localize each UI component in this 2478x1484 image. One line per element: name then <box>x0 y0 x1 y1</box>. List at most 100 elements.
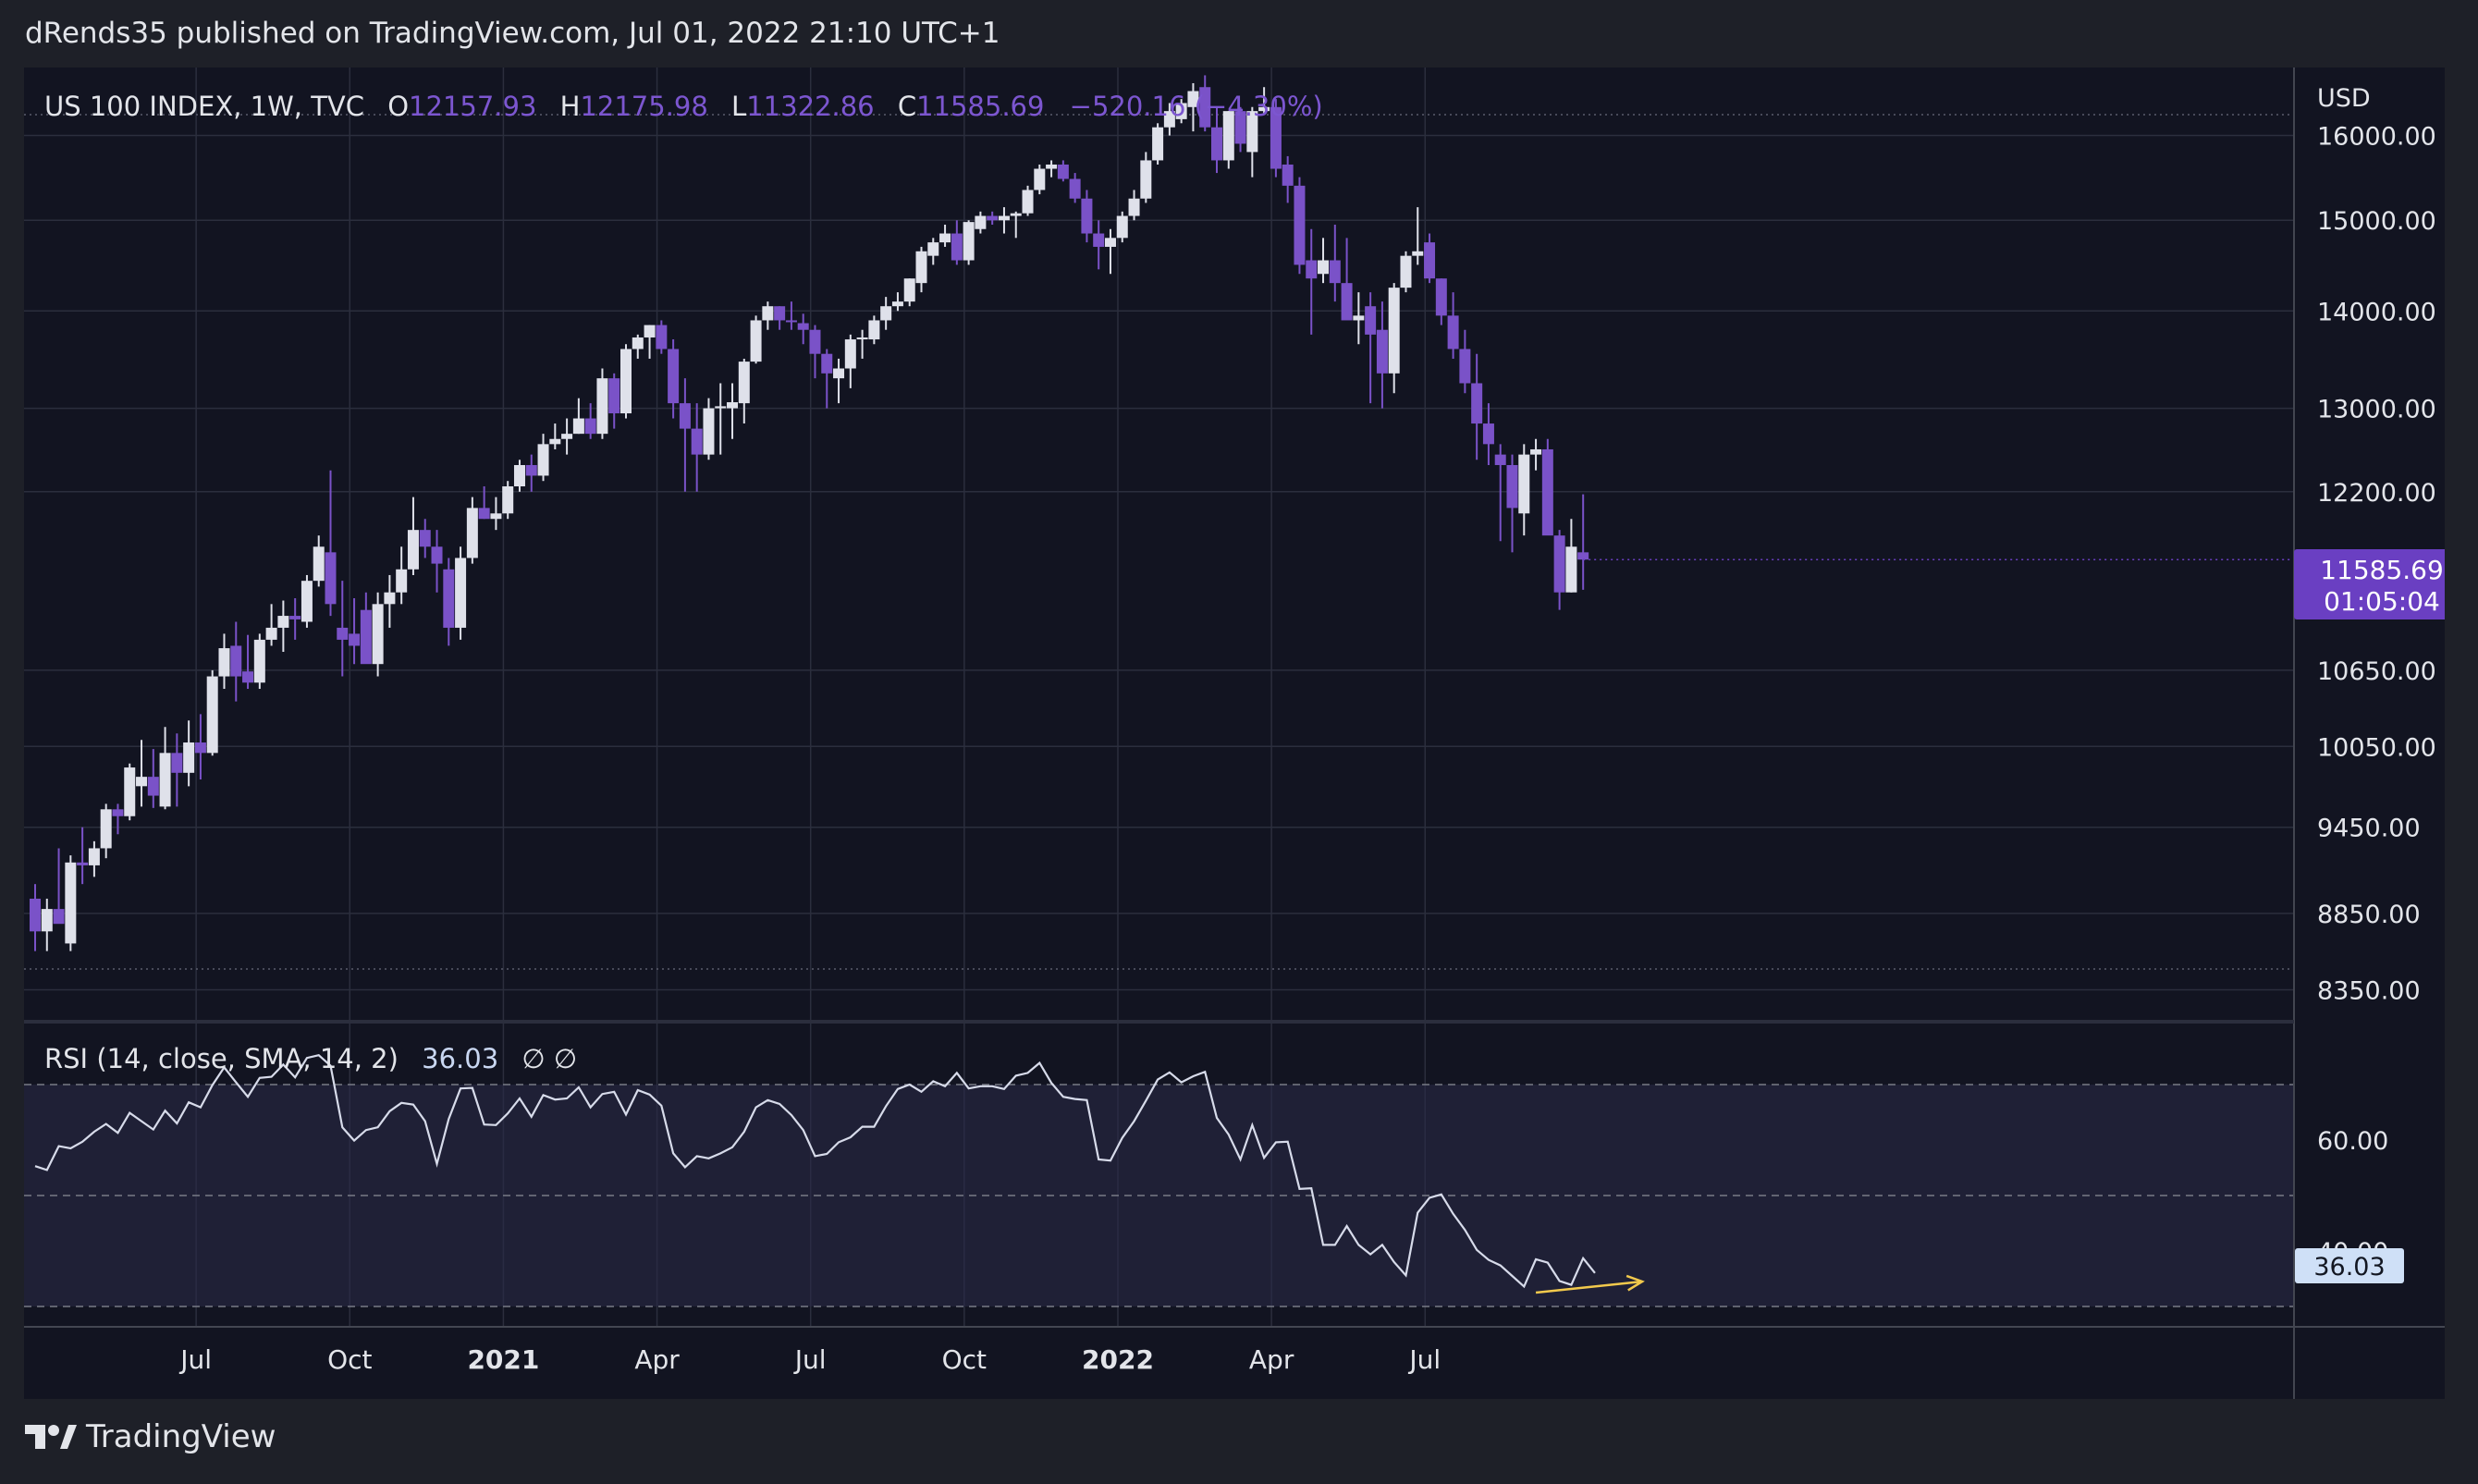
candle <box>159 727 171 810</box>
candle <box>1294 177 1306 275</box>
candle <box>537 434 549 482</box>
candle <box>513 460 525 492</box>
candle <box>419 519 431 558</box>
candle <box>100 803 112 859</box>
candle-body <box>1412 251 1424 256</box>
candle-body <box>987 215 999 221</box>
candle <box>466 497 478 564</box>
candle-body <box>691 428 703 455</box>
price-tick-label: 13000.00 <box>2317 396 2436 424</box>
candle-body <box>1459 349 1471 384</box>
candle <box>1553 530 1565 610</box>
candle-body <box>738 362 750 404</box>
candle <box>265 604 277 646</box>
candle <box>1565 519 1577 593</box>
candle-body <box>372 604 384 665</box>
candle-body <box>1329 260 1341 284</box>
candle <box>868 315 880 345</box>
candle-body <box>1365 306 1377 335</box>
candle <box>620 344 632 419</box>
candle-body <box>975 215 987 229</box>
candle <box>691 403 703 492</box>
candle <box>738 358 750 424</box>
candle-body <box>891 301 903 307</box>
candle <box>951 220 963 265</box>
candle-body <box>572 418 584 435</box>
candle-body <box>194 742 206 754</box>
candle-body <box>620 349 632 414</box>
candle-body <box>809 329 821 354</box>
price-tick-label: 10050.00 <box>2317 733 2436 762</box>
candle <box>1104 228 1116 275</box>
last-price-badge: 11585.69 01:05:04 <box>2294 549 2445 619</box>
candle <box>891 292 903 312</box>
price-tick-label: 14000.00 <box>2317 298 2436 326</box>
candle <box>668 339 680 419</box>
candle-body <box>277 616 289 628</box>
candle-body <box>833 368 845 379</box>
candle <box>987 211 999 225</box>
candle-body <box>100 809 112 849</box>
candle-body <box>1069 178 1081 199</box>
candle-body <box>762 306 774 321</box>
time-axis-labels[interactable]: Jul Oct 2021 Apr Jul Oct 2022 Apr Jul <box>178 1344 1441 1375</box>
candle <box>963 220 975 265</box>
price-tick-label: 15000.00 <box>2317 207 2436 236</box>
candle-body <box>939 233 951 243</box>
candle <box>396 546 408 605</box>
candle-body <box>1388 288 1400 374</box>
candle-body <box>856 337 868 340</box>
candle-body <box>903 278 915 302</box>
candle-body <box>1541 448 1553 536</box>
candle <box>1530 438 1542 471</box>
candle-body <box>785 320 797 323</box>
candle <box>277 600 289 652</box>
candle <box>1376 301 1388 409</box>
candle <box>88 840 100 877</box>
time-axis-label: Apr <box>634 1344 680 1375</box>
publish-credit: dRends35 published on TradingView.com, J… <box>25 17 1000 50</box>
rsi-band <box>24 1084 2294 1307</box>
candle <box>608 373 620 429</box>
price-tick-label: 10650.00 <box>2317 657 2436 686</box>
candle-body <box>77 862 89 865</box>
candle <box>1459 329 1471 394</box>
candle-body <box>1471 383 1483 424</box>
time-axis-label: Jul <box>178 1344 212 1375</box>
candle <box>644 325 656 359</box>
candle-body <box>159 753 171 807</box>
candle-body <box>1034 168 1046 190</box>
rsi-legend: RSI (14, close, SMA, 14, 2) 36.03 ∅ ∅ <box>44 1043 577 1074</box>
candle-body <box>1435 278 1447 316</box>
candle <box>30 884 41 951</box>
candle <box>1506 454 1518 553</box>
candle-body <box>1400 255 1412 288</box>
candle <box>337 581 349 677</box>
candle-body <box>384 592 396 605</box>
candle <box>856 329 868 359</box>
candle <box>1482 403 1494 465</box>
candle-body <box>230 645 242 677</box>
tradingview-logo[interactable]: TradingView <box>25 1418 276 1455</box>
candle <box>1494 444 1506 542</box>
candle-body <box>431 546 443 564</box>
candle <box>762 301 774 330</box>
candle-body <box>124 767 136 816</box>
candle <box>975 211 987 234</box>
candle-body <box>147 777 159 796</box>
candle-body <box>525 464 537 476</box>
candle <box>903 278 915 307</box>
candle <box>1034 164 1046 195</box>
chart-canvas[interactable]: US 100 INDEX, 1W, TVC O12157.93 H12175.9… <box>24 67 2445 1399</box>
price-tick-label: 12200.00 <box>2317 479 2436 508</box>
candle <box>1447 292 1459 359</box>
candle-body <box>1282 164 1294 186</box>
candle-body <box>1447 315 1459 350</box>
candle <box>1400 251 1412 293</box>
candle-body <box>478 508 490 520</box>
rsi-tick-label: 60.00 <box>2317 1127 2388 1156</box>
time-axis-label: Apr <box>1249 1344 1294 1375</box>
candle <box>431 530 443 593</box>
candle-body <box>301 581 313 622</box>
candle-body <box>419 530 431 547</box>
